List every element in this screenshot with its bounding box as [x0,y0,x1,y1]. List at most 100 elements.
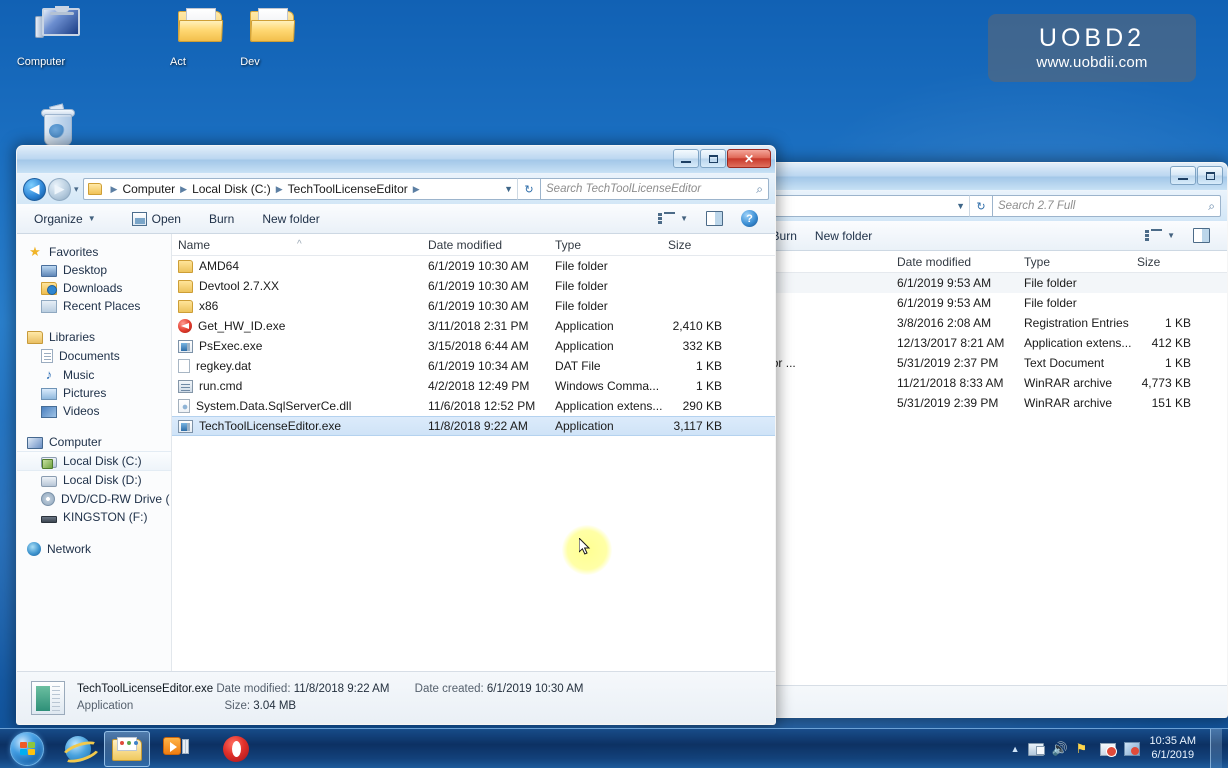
burn-button[interactable]: Burn [200,209,243,229]
column-type[interactable]: Type [549,238,662,252]
desktop-icon-dev[interactable]: Dev [213,8,296,68]
active-window-titlebar[interactable]: ✕ [17,146,775,174]
flag-alert-icon[interactable] [1099,743,1117,757]
preview-pane-button[interactable] [697,208,732,229]
computer-icon [4,6,80,54]
file-name-cell: Devtool 2.7.XX [172,279,422,293]
refresh-button[interactable]: ↻ [969,195,993,217]
volume-icon[interactable]: 🔊 [1052,741,1068,757]
file-name: regkey.dat [196,359,252,373]
file-date: 6/1/2019 10:34 AM [428,359,529,373]
column-name[interactable]: Name ^ [172,238,422,252]
show-hidden-icons-icon[interactable]: ▲ [1011,744,1020,754]
open-button[interactable]: Open [123,209,190,229]
chevron-down-icon[interactable]: ▼ [948,201,965,211]
new-folder-button[interactable]: New folder [253,209,328,229]
file-type: Application extens... [1024,336,1131,350]
file-type: Application extens... [555,399,662,413]
taskbar-windows-media-player[interactable] [153,731,199,767]
system-tray[interactable]: ▲ 🔊 ⚑ 10:35 AM 6/1/2019 [1011,728,1228,768]
organize-button[interactable]: Organize ▼ [25,209,105,229]
search-icon: ⌕ [756,181,763,196]
recent-pages-icon[interactable]: ▾ [74,184,79,195]
sidebar-item-local-disk-c[interactable]: Local Disk (C:) [17,451,171,471]
column-type[interactable]: Type [1018,255,1131,269]
sidebar-item-computer[interactable]: Computer [17,433,171,451]
sidebar-item-desktop[interactable]: Desktop [17,261,171,279]
column-size[interactable]: Size [1131,255,1201,269]
chevron-down-icon[interactable]: ▼ [496,184,513,194]
file-type: Text Document [1024,356,1105,370]
maximize-button[interactable] [1197,166,1223,185]
preview-pane-button[interactable] [1184,225,1219,246]
column-size[interactable]: Size [662,238,732,252]
desktop-icon-act[interactable]: Act [141,8,224,68]
navigation-pane[interactable]: ★ Favorites Desktop Downloads Recent Pla… [17,234,172,671]
change-view-button[interactable]: ▼ [649,209,697,229]
sidebar-item-recent-places[interactable]: Recent Places [17,297,171,315]
file-name: run.cmd [199,379,243,393]
start-button[interactable] [2,730,52,768]
breadcrumb[interactable]: ▶ Computer ▶ Local Disk (C:) ▶ TechToolL… [82,178,517,200]
table-row[interactable]: Devtool 2.7.XX 6/1/2019 10:30 AM File fo… [172,276,775,296]
show-desktop-button[interactable] [1210,728,1222,768]
taskbar[interactable]: ▲ 🔊 ⚑ 10:35 AM 6/1/2019 [0,728,1228,768]
table-row[interactable]: System.Data.SqlServerCe.dll 11/6/2018 12… [172,396,775,416]
forward-button[interactable]: ▶ [48,177,71,201]
back-button[interactable]: ◀ [23,177,46,201]
table-row[interactable]: TechToolLicenseEditor.exe 11/8/2018 9:22… [172,416,775,436]
search-input[interactable]: Search TechToolLicenseEditor ⌕ [541,178,769,200]
sidebar-item-dvd-drive[interactable]: DVD/CD-RW Drive ( [17,489,171,508]
table-row[interactable]: PsExec.exe 3/15/2018 6:44 AM Application… [172,336,775,356]
table-row[interactable]: Get_HW_ID.exe 3/11/2018 2:31 PM Applicat… [172,316,775,336]
sidebar-item-local-disk-d[interactable]: Local Disk (D:) [17,471,171,489]
sidebar-item-favorites[interactable]: ★ Favorites [17,242,171,261]
column-name-label: Name [178,237,211,252]
clock[interactable]: 10:35 AM 6/1/2019 [1148,735,1196,763]
network-tray-icon[interactable] [1027,743,1045,756]
table-row[interactable]: run.cmd 4/2/2018 12:49 PM Windows Comma.… [172,376,775,396]
file-list[interactable]: Name ^ Date modified Type Size AMD64 6/1… [172,234,775,671]
nav-group-computer: Computer Local Disk (C:) Local Disk (D:)… [17,433,171,526]
breadcrumb-item-local-disk-c[interactable]: Local Disk (C:) [192,182,271,196]
sidebar-item-network[interactable]: Network [17,539,171,558]
sidebar-item-libraries[interactable]: Libraries [17,328,171,346]
active-command-bar[interactable]: Organize ▼ Open Burn New folder ▼ ? [17,204,775,234]
file-name-cell: Get_HW_ID.exe [172,319,422,333]
taskbar-internet-explorer[interactable] [55,731,101,767]
taskbar-windows-explorer[interactable] [104,730,150,767]
background-window-controls[interactable] [1169,166,1223,185]
table-row[interactable]: x86 6/1/2019 10:30 AM File folder [172,296,775,316]
sidebar-item-videos[interactable]: Videos [17,402,171,420]
table-row[interactable]: regkey.dat 6/1/2019 10:34 AM DAT File 1 … [172,356,775,376]
new-folder-button[interactable]: New folder [806,226,881,246]
sidebar-item-kingston-f[interactable]: KINGSTON (F:) [17,508,171,526]
maximize-button[interactable] [700,149,726,168]
minimize-button[interactable] [673,149,699,168]
sidebar-item-pictures[interactable]: Pictures [17,384,171,402]
taskbar-opera[interactable] [213,731,259,767]
active-window-controls[interactable]: ✕ [672,149,771,168]
file-type: Application [555,339,614,353]
help-button[interactable]: ? [732,207,767,230]
table-row[interactable]: AMD64 6/1/2019 10:30 AM File folder [172,256,775,276]
sidebar-item-documents[interactable]: Documents [17,346,171,365]
column-date-modified[interactable]: Date modified [891,255,1018,269]
background-search-input[interactable]: Search 2.7 Full ⌕ [993,195,1221,217]
sidebar-item-downloads[interactable]: Downloads [17,279,171,297]
refresh-button[interactable]: ↻ [517,178,541,200]
details-type: Application [77,700,134,712]
action-center-icon[interactable]: ⚑ [1076,741,1092,757]
active-explorer-window[interactable]: ✕ ◀ ▶ ▾ ▶ Computer ▶ Local Disk (C:) ▶ T… [16,145,776,725]
minimize-button[interactable] [1170,166,1196,185]
sidebar-item-music[interactable]: ♪ Music [17,365,171,384]
breadcrumb-item-computer[interactable]: Computer [122,182,175,196]
change-view-button[interactable]: ▼ [1136,226,1184,246]
column-headers[interactable]: Name ^ Date modified Type Size [172,234,775,256]
graphics-tray-icon[interactable] [1123,742,1140,756]
breadcrumb-item-techtoollicenseeditor[interactable]: TechToolLicenseEditor [288,182,408,196]
desktop-icon-computer[interactable]: Computer [4,6,80,68]
active-address-row[interactable]: ◀ ▶ ▾ ▶ Computer ▶ Local Disk (C:) ▶ Tec… [17,174,775,204]
close-button[interactable]: ✕ [727,149,771,168]
column-date-modified[interactable]: Date modified [422,238,549,252]
